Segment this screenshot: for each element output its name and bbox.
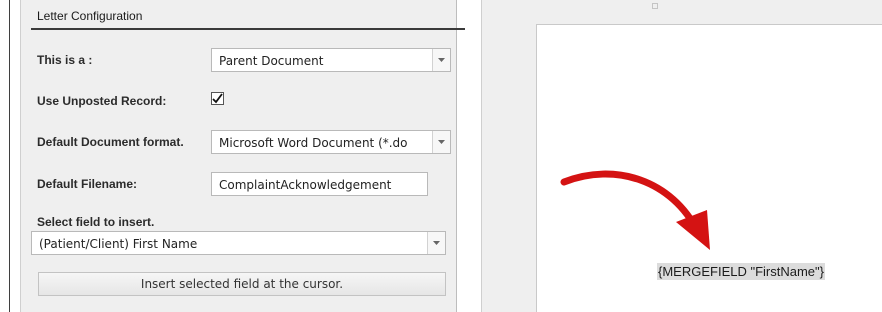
chevron-down-icon[interactable] — [432, 131, 450, 153]
filename-label: Default Filename: — [37, 177, 138, 191]
merge-field-text[interactable]: {MERGEFIELD "FirstName"} — [657, 263, 825, 280]
unposted-checkbox[interactable] — [211, 92, 224, 105]
insert-field-value: (Patient/Client) First Name — [39, 237, 198, 251]
page-corner-marker — [652, 3, 658, 9]
format-label: Default Document format. — [37, 135, 184, 149]
title-divider — [31, 28, 465, 30]
doc-type-value: Parent Document — [219, 54, 324, 68]
insert-field-label: Select field to insert. — [37, 215, 155, 229]
chevron-down-icon[interactable] — [427, 232, 445, 254]
insert-field-select[interactable]: (Patient/Client) First Name — [31, 231, 446, 255]
format-select[interactable]: Microsoft Word Document (*.do — [211, 130, 451, 154]
filename-input[interactable]: ComplaintAcknowledgement — [211, 172, 428, 196]
unposted-label: Use Unposted Record: — [37, 94, 167, 108]
chevron-down-icon[interactable] — [432, 49, 450, 71]
filename-value: ComplaintAcknowledgement — [219, 178, 392, 192]
doc-type-label: This is a : — [37, 53, 93, 67]
red-arrow-icon — [560, 170, 710, 250]
format-value: Microsoft Word Document (*.do — [219, 136, 408, 150]
checkmark-icon — [212, 93, 223, 104]
insert-field-button[interactable]: Insert selected field at the cursor. — [38, 272, 446, 296]
letter-configuration-panel: Letter Configuration This is a : Parent … — [20, 0, 465, 312]
doc-type-select[interactable]: Parent Document — [211, 48, 451, 72]
panel-title: Letter Configuration — [37, 9, 143, 23]
